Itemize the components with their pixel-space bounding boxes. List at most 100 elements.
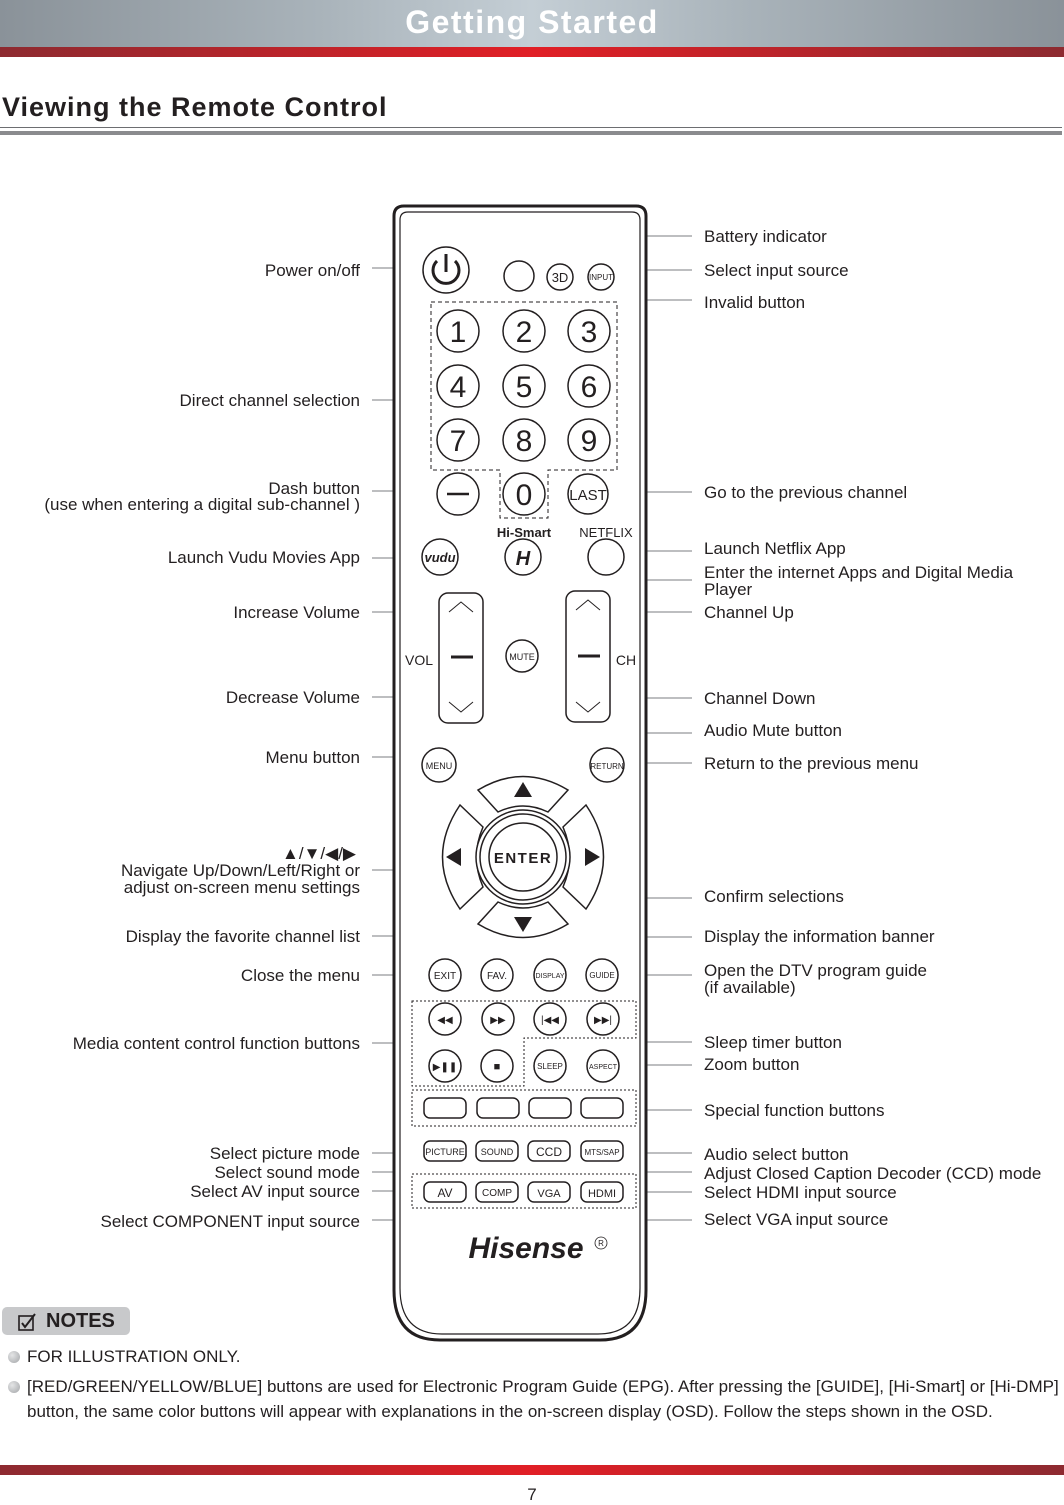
callout-channel-up: Channel Up	[704, 603, 794, 622]
digit-8-button[interactable]: 8	[502, 418, 546, 462]
callout-hi-smart-2: Player	[704, 580, 753, 599]
volume-rocker[interactable]	[438, 592, 484, 724]
callout-invalid: Invalid button	[704, 293, 806, 312]
callout-last: Go to the previous channel	[704, 483, 908, 502]
callout-volume-up: Increase Volume	[233, 603, 360, 622]
input-button[interactable]: INPUT	[587, 263, 615, 291]
digit-6-button[interactable]: 6	[567, 364, 611, 408]
hi-smart-button[interactable]: H	[504, 538, 542, 576]
svg-text:5: 5	[516, 371, 533, 404]
return-button[interactable]: RETURN	[589, 747, 625, 783]
stop-button[interactable]: ■	[480, 1049, 514, 1083]
svg-text:PICTURE: PICTURE	[425, 1147, 465, 1157]
svg-text:EXIT: EXIT	[434, 971, 456, 982]
comp-button[interactable]: COMP	[475, 1181, 519, 1203]
callout-exit: Close the menu	[240, 966, 360, 985]
svg-text:7: 7	[450, 425, 467, 458]
svg-text:▶❚❚: ▶❚❚	[433, 1062, 457, 1073]
svg-text:ASPECT: ASPECT	[589, 1064, 618, 1071]
callout-zoom: Zoom button	[704, 1055, 800, 1074]
digit-0-button[interactable]: 0	[502, 472, 546, 516]
svg-text:6: 6	[581, 371, 598, 404]
green-button[interactable]	[476, 1097, 520, 1119]
callout-hdmi: Select HDMI input source	[704, 1183, 897, 1202]
hi-smart-caption: Hi-Smart	[497, 525, 552, 540]
svg-text:3D: 3D	[552, 270, 569, 285]
fav-button[interactable]: FAV.	[480, 958, 514, 992]
callout-return: Return to the previous menu	[704, 754, 919, 773]
callout-navigate-2: adjust on-screen menu settings	[123, 878, 360, 897]
svg-text:AV: AV	[437, 1186, 452, 1200]
svg-text:9: 9	[581, 425, 598, 458]
picture-button[interactable]: PICTURE	[423, 1140, 467, 1162]
checkbox-pencil-icon	[18, 1313, 36, 1331]
power-button[interactable]	[422, 246, 470, 294]
mts-sap-button[interactable]: MTS/SAP	[580, 1140, 624, 1162]
hdmi-button[interactable]: HDMI	[580, 1181, 624, 1203]
digit-7-button[interactable]: 7	[436, 418, 480, 462]
svg-text:8: 8	[516, 425, 533, 458]
svg-text:SLEEP: SLEEP	[537, 1062, 563, 1071]
callout-sound: Select sound mode	[214, 1163, 360, 1182]
previous-track-button[interactable]: |◀◀	[533, 1002, 567, 1036]
svg-text:RETURN: RETURN	[590, 762, 624, 771]
3d-button[interactable]: 3D	[546, 263, 574, 291]
bullet-icon	[8, 1381, 20, 1393]
callout-sleep: Sleep timer button	[704, 1033, 842, 1052]
rewind-button[interactable]: ◀◀	[428, 1002, 462, 1036]
last-button[interactable]: LAST	[567, 473, 609, 515]
vudu-button[interactable]: vudu	[421, 538, 459, 576]
callout-enter: Confirm selections	[704, 887, 844, 906]
digit-4-button[interactable]: 4	[436, 364, 480, 408]
exit-button[interactable]: EXIT	[428, 958, 462, 992]
digit-1-button[interactable]: 1	[436, 309, 480, 353]
fast-forward-button[interactable]: ▶▶	[481, 1002, 515, 1036]
svg-text:VGA: VGA	[537, 1188, 561, 1200]
vol-label: VOL	[405, 652, 433, 668]
sleep-button[interactable]: SLEEP	[533, 1049, 567, 1083]
svg-text:CCD: CCD	[536, 1145, 562, 1159]
svg-text:INPUT: INPUT	[589, 273, 613, 282]
ch-label: CH	[616, 652, 636, 668]
svg-text:▶▶|: ▶▶|	[594, 1015, 612, 1026]
yellow-button[interactable]	[528, 1097, 572, 1119]
callout-vga: Select VGA input source	[704, 1210, 889, 1229]
svg-text:3: 3	[581, 316, 598, 349]
sound-button[interactable]: SOUND	[475, 1140, 519, 1162]
digit-2-button[interactable]: 2	[502, 309, 546, 353]
notes-title: NOTES	[46, 1310, 115, 1332]
callout-media: Media content control function buttons	[72, 1034, 360, 1053]
aspect-button[interactable]: ASPECT	[586, 1049, 620, 1083]
ccd-button[interactable]: CCD	[527, 1140, 571, 1162]
netflix-button[interactable]	[587, 538, 625, 576]
callout-display: Display the information banner	[704, 927, 935, 946]
callout-arrows-symbols: ▲/▼/◀/▶	[282, 844, 356, 863]
svg-text:MENU: MENU	[426, 761, 453, 771]
note-item: FOR ILLUSTRATION ONLY.	[27, 1347, 241, 1366]
play-pause-button[interactable]: ▶❚❚	[428, 1049, 462, 1083]
vga-button[interactable]: VGA	[527, 1181, 571, 1203]
callout-vudu: Launch Vudu Movies App	[167, 548, 360, 567]
mute-button[interactable]: MUTE	[505, 639, 539, 673]
svg-text:vudu: vudu	[424, 550, 455, 565]
channel-rocker[interactable]	[565, 590, 611, 723]
svg-text:ENTER: ENTER	[494, 850, 552, 867]
svg-text:1: 1	[450, 316, 467, 349]
display-button[interactable]: DISPLAY	[533, 958, 567, 992]
red-button[interactable]	[423, 1097, 467, 1119]
digit-3-button[interactable]: 3	[567, 309, 611, 353]
digit-9-button[interactable]: 9	[567, 418, 611, 462]
svg-text:COMP: COMP	[482, 1188, 512, 1199]
digit-5-button[interactable]: 5	[502, 364, 546, 408]
guide-button[interactable]: GUIDE	[585, 958, 619, 992]
blue-button[interactable]	[580, 1097, 624, 1119]
page-number: 7	[527, 1485, 537, 1504]
menu-button[interactable]: MENU	[421, 747, 457, 783]
next-track-button[interactable]: ▶▶|	[586, 1002, 620, 1036]
callout-dash-note: (use when entering a digital sub-channel…	[44, 495, 360, 514]
av-button[interactable]: AV	[423, 1181, 467, 1203]
callout-input: Select input source	[704, 261, 849, 280]
callout-battery: Battery indicator	[704, 227, 827, 246]
dash-button[interactable]	[436, 472, 480, 516]
svg-text:■: ■	[494, 1061, 501, 1073]
